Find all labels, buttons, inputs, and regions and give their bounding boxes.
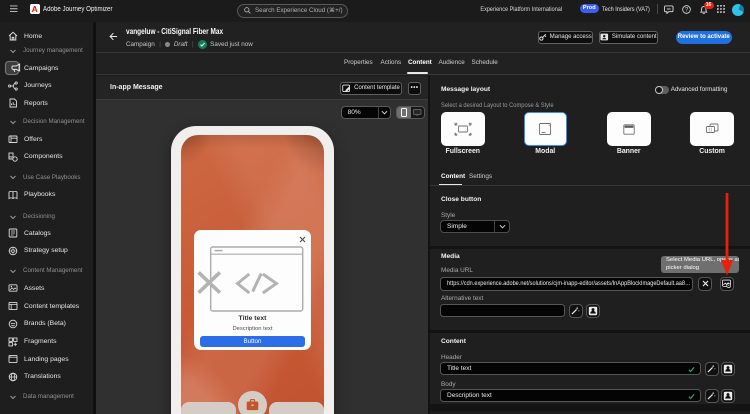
svg-text:⟨⟩: ⟨⟩ [709, 127, 713, 132]
